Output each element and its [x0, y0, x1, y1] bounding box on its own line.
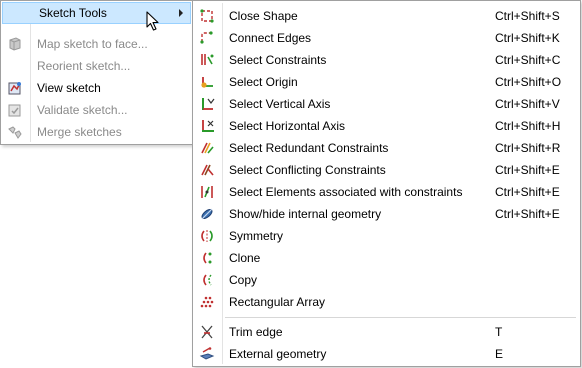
menu-item-label: Trim edge	[229, 325, 283, 339]
external-geometry-icon	[199, 346, 215, 362]
trim-edge-icon	[199, 324, 215, 340]
menu-item-rectangular-array[interactable]: Rectangular Array	[193, 291, 580, 313]
menu-item-label: View sketch	[37, 81, 101, 95]
select-origin-icon	[199, 74, 215, 90]
menu-item-label: External geometry	[229, 347, 327, 361]
shortcut-label: Ctrl+Shift+E	[495, 207, 560, 221]
shortcut-label: Ctrl+Shift+H	[495, 119, 561, 133]
menu-item-trim-edge[interactable]: Trim edge T	[193, 321, 580, 343]
mouse-pointer-icon	[146, 11, 160, 32]
menu-item-clone[interactable]: Clone	[193, 247, 580, 269]
menu-item-sketch-tools[interactable]: Sketch Tools	[2, 2, 191, 24]
menu-item-label: Validate sketch...	[37, 103, 128, 117]
shortcut-label: Ctrl+Shift+E	[495, 163, 560, 177]
shortcut-label: Ctrl+Shift+C	[495, 53, 561, 67]
menu-item-label: Close Shape	[229, 9, 298, 23]
menu-item-label: Select Horizontal Axis	[229, 119, 346, 133]
menu-item-label: Sketch Tools	[39, 6, 107, 20]
menu-item-label: Select Redundant Constraints	[229, 141, 389, 155]
menu-item-merge-sketches[interactable]: Merge sketches	[1, 121, 192, 143]
close-shape-icon	[199, 8, 215, 24]
menu-item-reorient-sketch[interactable]: Reorient sketch...	[1, 55, 192, 77]
view-sketch-icon	[7, 80, 23, 96]
shortcut-label: Ctrl+Shift+R	[495, 141, 561, 155]
connect-edges-icon	[199, 30, 215, 46]
menu-item-close-shape[interactable]: Close Shape Ctrl+Shift+S	[193, 5, 580, 27]
shortcut-label: E	[495, 347, 504, 361]
menu-item-label: Copy	[229, 273, 258, 287]
internal-geometry-icon	[199, 206, 215, 222]
menu-item-label: Symmetry	[229, 229, 283, 243]
menu-item-validate-sketch[interactable]: Validate sketch...	[1, 99, 192, 121]
select-conflicting-constraints-icon	[199, 162, 215, 178]
symmetry-icon	[199, 228, 215, 244]
menu-item-select-horizontal-axis[interactable]: Select Horizontal Axis Ctrl+Shift+H	[193, 115, 580, 137]
select-redundant-constraints-icon	[199, 140, 215, 156]
menu-item-select-vertical-axis[interactable]: Select Vertical Axis Ctrl+Shift+V	[193, 93, 580, 115]
menu-item-connect-edges[interactable]: Connect Edges Ctrl+Shift+K	[193, 27, 580, 49]
menu-item-map-sketch-to-face[interactable]: Map sketch to face...	[1, 33, 192, 55]
submenu-arrow-icon	[179, 9, 183, 17]
menu-item-label: Select Vertical Axis	[229, 97, 331, 111]
validate-sketch-icon	[7, 102, 23, 118]
menu-item-label: Select Origin	[229, 75, 298, 89]
menu-item-label: Show/hide internal geometry	[229, 207, 382, 221]
select-constraints-icon	[199, 52, 215, 68]
menu-item-label: Select Elements associated with constrai…	[229, 185, 463, 199]
menu-item-label: Select Constraints	[229, 53, 327, 67]
menu-item-select-conflicting-constraints[interactable]: Select Conflicting Constraints Ctrl+Shif…	[193, 159, 580, 181]
shortcut-label: Ctrl+Shift+O	[495, 75, 562, 89]
shortcut-label: Ctrl+Shift+K	[495, 31, 560, 45]
menu-item-symmetry[interactable]: Symmetry	[193, 225, 580, 247]
menu-item-label: Rectangular Array	[229, 295, 326, 309]
menu-item-label: Connect Edges	[229, 31, 312, 45]
select-elements-icon	[199, 184, 215, 200]
menu-item-copy[interactable]: Copy	[193, 269, 580, 291]
menu-item-external-geometry[interactable]: External geometry E	[193, 343, 580, 365]
menu-item-label: Select Conflicting Constraints	[229, 163, 386, 177]
sketch-tools-submenu: Close Shape Ctrl+Shift+S Connect Edges C…	[192, 0, 581, 367]
menu-item-label: Map sketch to face...	[37, 37, 148, 51]
shortcut-label: Ctrl+Shift+E	[495, 185, 560, 199]
sketch-tools-icon	[9, 6, 25, 22]
rectangular-array-icon	[199, 294, 215, 310]
menu-item-label: Reorient sketch...	[37, 59, 131, 73]
menu-item-select-constraints[interactable]: Select Constraints Ctrl+Shift+C	[193, 49, 580, 71]
shortcut-label: T	[495, 325, 503, 339]
shortcut-label: Ctrl+Shift+S	[495, 9, 560, 23]
select-vertical-axis-icon	[199, 96, 215, 112]
select-horizontal-axis-icon	[199, 118, 215, 134]
menu-item-show-hide-internal-geometry[interactable]: Show/hide internal geometry Ctrl+Shift+E	[193, 203, 580, 225]
clone-icon	[199, 250, 215, 266]
menu-item-select-origin[interactable]: Select Origin Ctrl+Shift+O	[193, 71, 580, 93]
map-sketch-icon	[7, 36, 23, 52]
copy-icon	[199, 272, 215, 288]
sketch-context-menu: Sketch Tools Map sketch to face... Reori…	[0, 0, 193, 145]
menu-item-select-redundant-constraints[interactable]: Select Redundant Constraints Ctrl+Shift+…	[193, 137, 580, 159]
merge-sketches-icon	[7, 124, 23, 140]
menu-item-select-elements-associated[interactable]: Select Elements associated with constrai…	[193, 181, 580, 203]
menu-separator	[225, 317, 576, 318]
menu-item-label: Clone	[229, 251, 261, 265]
menu-item-label: Merge sketches	[37, 125, 122, 139]
menu-item-view-sketch[interactable]: View sketch	[1, 77, 192, 99]
shortcut-label: Ctrl+Shift+V	[495, 97, 560, 111]
